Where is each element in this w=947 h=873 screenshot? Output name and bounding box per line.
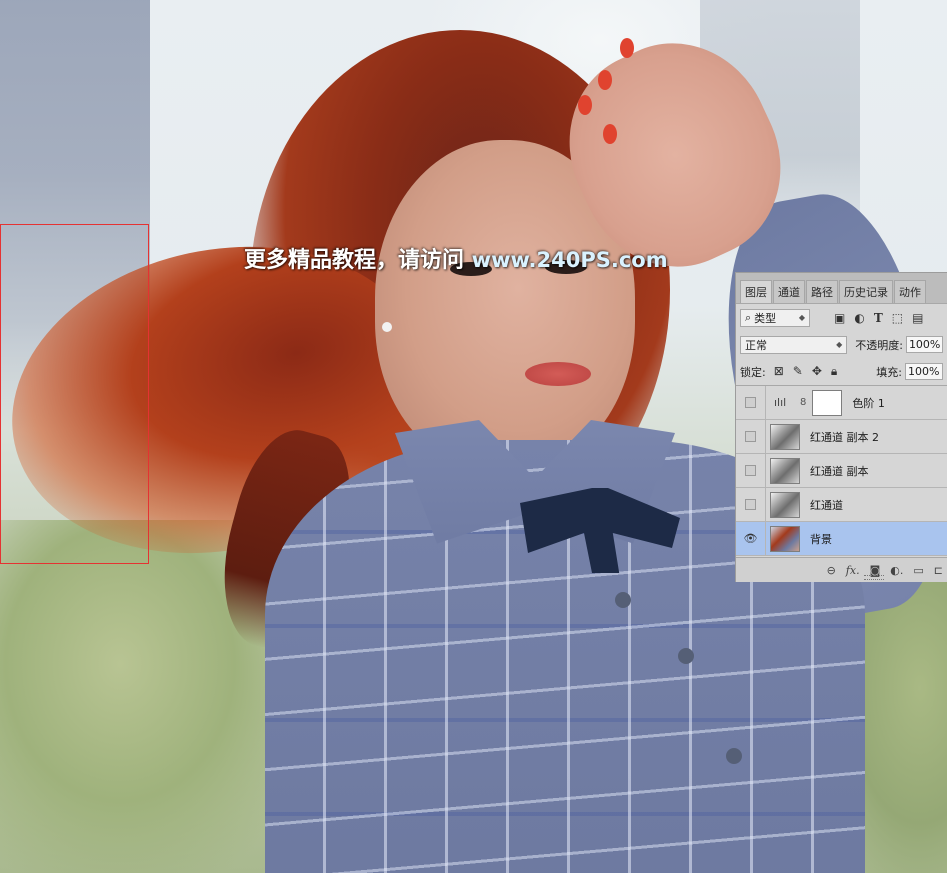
fingernail [598,70,612,90]
fill-label: 填充: [876,365,902,379]
fingernail [578,95,592,115]
layer-background[interactable]: 👁︎ 背景 [736,522,947,556]
layer-red-channel-copy-2[interactable]: 红通道 副本 2 [736,420,947,454]
visibility-toggle[interactable] [736,420,766,453]
visibility-off-box [745,397,756,408]
shirt-button [615,592,631,608]
link-layers-icon[interactable]: ⊖ [827,564,836,577]
lock-fill-row: 锁定: ⊠ ✎ ✥ 🔒︎ 填充: 100% [736,358,947,385]
new-group-icon[interactable]: ▭ [913,564,923,577]
panel-resize-grip[interactable] [864,575,884,580]
eye-icon: 👁︎ [743,532,758,545]
layer-thumbnail [770,525,800,552]
visibility-toggle[interactable] [736,488,766,521]
visibility-off-box [745,499,756,510]
layer-name: 色阶 1 [852,396,885,410]
fill-input[interactable]: 100% [905,363,943,380]
layers-list: ılıl 8 色阶 1 红通道 副本 2 红通道 副本 红通道 👁︎ 背景 [736,385,947,556]
lock-all-icon[interactable]: 🔒︎ [831,364,837,379]
lock-label: 锁定: [740,365,766,379]
visibility-off-box [745,465,756,476]
shirt-button [726,748,742,764]
mask-link-icon[interactable]: 8 [800,397,806,408]
filter-icon-group: ▣ ◐ T ⬚ ▤ [834,311,923,325]
layer-red-channel[interactable]: 红通道 [736,488,947,522]
watermark: 更多精品教程，请访问 www.240PS.com [244,242,668,274]
layer-thumbnail [770,491,800,518]
image-filter-icon[interactable]: ▣ [834,311,845,325]
visibility-toggle[interactable] [736,386,766,419]
shape-filter-icon[interactable]: ⬚ [892,311,903,325]
shirt-button [678,648,694,664]
lips [525,362,591,386]
lock-position-icon[interactable]: ✥ [812,364,822,379]
fingernail [603,124,617,144]
layers-panel: 图层 通道 路径 历史记录 动作 ⌕ 类型 ◆ ▣ ◐ T ⬚ ▤ 正常 ◆ 不… [735,272,947,582]
tab-history[interactable]: 历史记录 [839,280,893,303]
panel-tabs: 图层 通道 路径 历史记录 动作 [736,273,947,304]
tab-channels[interactable]: 通道 [773,280,805,303]
opacity-label: 不透明度: [855,338,903,352]
layer-name: 红通道 [810,498,843,512]
layer-thumbnail [770,457,800,484]
new-layer-icon[interactable]: ⊏ [934,564,943,577]
blend-opacity-row: 正常 ◆ 不透明度: 100% [736,331,947,358]
selection-highlight-rect [0,224,149,564]
dropdown-arrow-icon: ◆ [836,340,843,349]
visibility-off-box [745,431,756,442]
earring [382,322,392,332]
tab-layers[interactable]: 图层 [740,280,772,303]
levels-adjustment-icon: ılıl [774,396,787,409]
layer-name: 红通道 副本 2 [810,430,879,444]
layer-name: 背景 [810,532,832,546]
watermark-text: 更多精品教程，请访问 [244,248,472,273]
smart-object-filter-icon[interactable]: ▤ [912,311,923,325]
kind-filter-label: 类型 [754,311,777,325]
layer-thumbnail [770,423,800,450]
layer-name: 红通道 副本 [810,464,869,478]
tab-actions[interactable]: 动作 [894,280,926,303]
blend-mode-value: 正常 [745,338,767,352]
layer-filter-row: ⌕ 类型 ◆ ▣ ◐ T ⬚ ▤ [736,304,947,331]
visibility-toggle[interactable] [736,454,766,487]
layer-kind-filter[interactable]: ⌕ 类型 ◆ [740,308,810,327]
layer-red-channel-copy[interactable]: 红通道 副本 [736,454,947,488]
layer-levels-1[interactable]: ılıl 8 色阶 1 [736,386,947,420]
layer-mask-thumbnail[interactable] [812,389,843,416]
blend-mode-select[interactable]: 正常 ◆ [740,335,848,354]
fx-icon[interactable]: fx. [846,564,860,577]
opacity-input[interactable]: 100% [905,336,943,353]
tab-paths[interactable]: 路径 [806,280,838,303]
visibility-toggle[interactable]: 👁︎ [736,522,766,555]
lock-icon-group: ⊠ ✎ ✥ 🔒︎ [774,364,838,379]
dropdown-arrow-icon: ◆ [798,313,805,322]
search-icon: ⌕ [745,310,752,324]
adjustment-filter-icon[interactable]: ◐ [854,311,864,325]
panel-footer: ⊖ fx. ◙ ◐. ▭ ⊏ [736,557,947,582]
lock-transparency-icon[interactable]: ⊠ [774,364,784,379]
new-adjustment-icon[interactable]: ◐. [890,564,903,577]
lock-image-pixels-icon[interactable]: ✎ [793,364,803,379]
type-filter-icon[interactable]: T [874,311,883,325]
fingernail [620,38,634,58]
watermark-url: www.240PS.com [471,248,668,272]
